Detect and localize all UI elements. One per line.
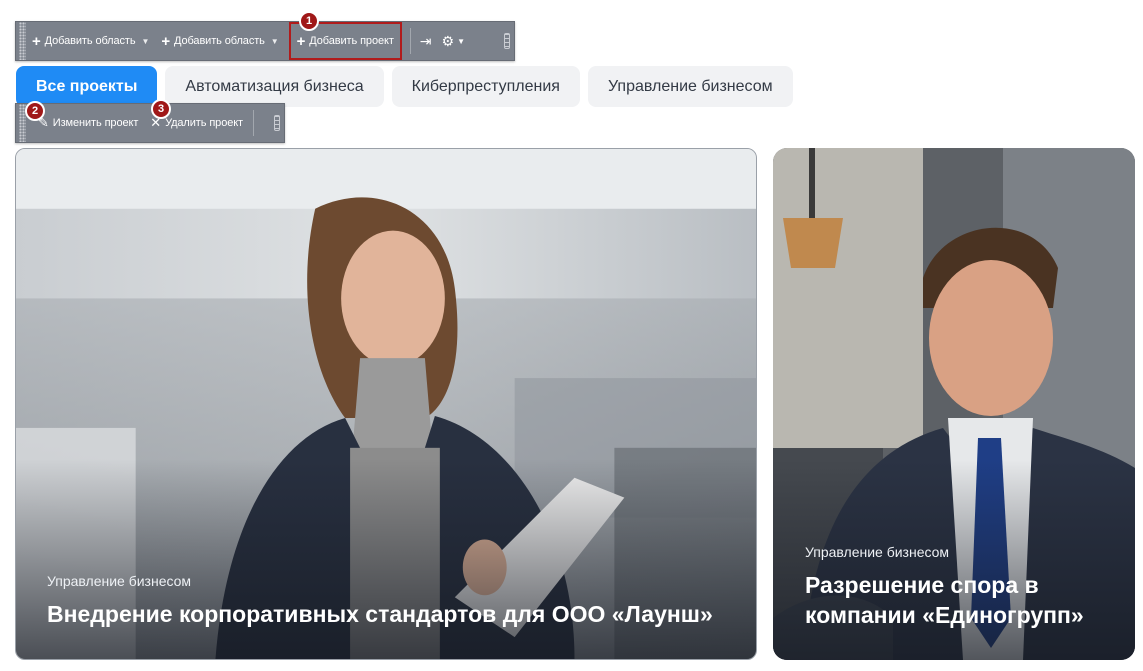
tab-business-management[interactable]: Управление бизнесом xyxy=(587,66,793,107)
card-category: Управление бизнесом xyxy=(47,573,192,589)
add-area-label: Добавить область xyxy=(44,35,136,47)
toolbar-resize-handle[interactable] xyxy=(504,33,510,49)
category-tabs: Все проекты Автоматизация бизнеса Киберп… xyxy=(16,66,793,107)
step-badge-1: 1 xyxy=(299,11,319,31)
pin-icon[interactable]: ⇥ xyxy=(415,33,437,50)
add-area-button-1[interactable]: + Добавить область ▼ xyxy=(26,22,155,60)
card-gradient xyxy=(773,460,1135,660)
toolbar-resize-handle[interactable] xyxy=(274,115,280,131)
edit-project-label: Изменить проект xyxy=(52,117,139,129)
project-card[interactable]: Управление бизнесом Внедрение корпоратив… xyxy=(15,148,757,660)
chevron-down-icon: ▼ xyxy=(270,36,279,46)
add-area-button-2[interactable]: + Добавить область ▼ xyxy=(155,22,284,60)
chevron-down-icon: ▼ xyxy=(141,36,150,46)
chevron-down-icon: ▼ xyxy=(457,36,465,46)
plus-icon: + xyxy=(161,32,170,50)
card-gradient xyxy=(16,459,756,659)
add-project-label: Добавить проект xyxy=(309,35,394,47)
delete-project-label: Удалить проект xyxy=(165,117,243,129)
card-title: Внедрение корпоративных стандартов для О… xyxy=(47,601,713,627)
plus-icon: + xyxy=(32,32,41,50)
editor-toolbar: + Добавить область ▼ + Добавить область … xyxy=(15,21,515,61)
step-badge-3: 3 xyxy=(151,99,171,119)
drag-handle[interactable] xyxy=(19,22,26,60)
project-card[interactable]: Управление бизнесом Разрешение спора в к… xyxy=(773,148,1135,660)
gear-icon[interactable]: ⚙ ▼ xyxy=(437,33,470,50)
tab-business-automation[interactable]: Автоматизация бизнеса xyxy=(165,66,384,107)
add-area-label: Добавить область xyxy=(173,35,265,47)
toolbar-divider xyxy=(253,110,254,136)
step-badge-2: 2 xyxy=(25,101,45,121)
tab-cybercrime[interactable]: Киберпреступления xyxy=(391,66,580,107)
plus-icon: + xyxy=(296,32,306,50)
card-category: Управление бизнесом xyxy=(805,544,950,560)
card-title: Разрешение спора в компании «Единогрупп» xyxy=(805,572,1084,628)
item-toolbar: ✎ Изменить проект ✕ Удалить проект xyxy=(15,103,285,143)
toolbar-divider xyxy=(409,28,411,54)
